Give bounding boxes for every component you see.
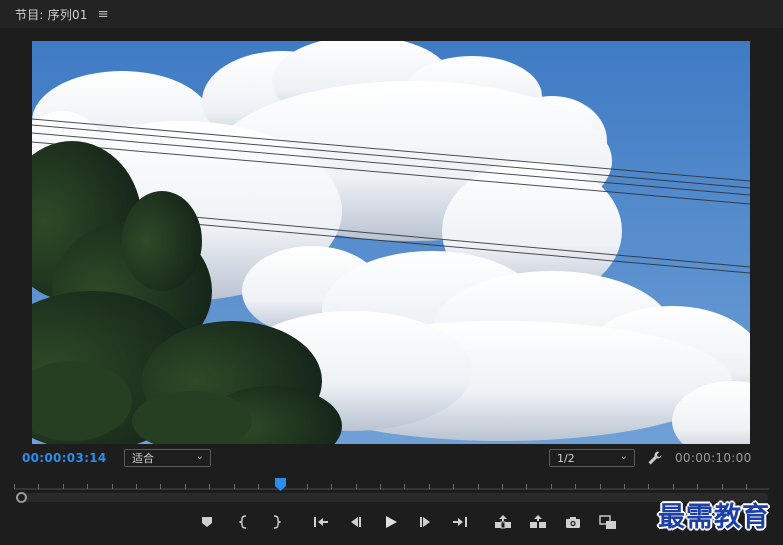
- marker-icon: [202, 517, 212, 527]
- lift-button[interactable]: [492, 512, 514, 532]
- compare-icon: [599, 514, 616, 529]
- go-to-out-button[interactable]: [449, 512, 471, 532]
- mark-in-icon: [239, 515, 247, 529]
- mark-out-button[interactable]: [265, 512, 287, 532]
- video-frame[interactable]: [32, 41, 750, 444]
- compare-view-button[interactable]: [597, 512, 619, 532]
- step-back-icon: [351, 517, 361, 527]
- resolution-select-value: 1/2: [557, 451, 575, 465]
- time-row: 00:00:03:14 适合 ⌄ 1/2 ⌄ 00:00:10:00: [0, 448, 783, 470]
- go-to-in-button[interactable]: [310, 512, 332, 532]
- chevron-down-icon: ⌄: [619, 451, 628, 462]
- chevron-down-icon: ⌄: [195, 451, 204, 462]
- zoom-scrollbar-handle[interactable]: [16, 492, 27, 503]
- playhead[interactable]: [275, 477, 286, 491]
- step-back-button[interactable]: [344, 512, 366, 532]
- add-marker-button[interactable]: [196, 512, 218, 532]
- lift-icon: [495, 515, 511, 529]
- current-timecode[interactable]: 00:00:03:14: [22, 451, 107, 465]
- extract-icon: [530, 515, 546, 528]
- camera-icon: [566, 516, 580, 528]
- program-monitor: [0, 28, 783, 444]
- resolution-select[interactable]: 1/2 ⌄: [549, 449, 635, 467]
- panel-header: 节目: 序列01 ≡: [0, 0, 783, 28]
- wrench-icon[interactable]: [647, 450, 663, 466]
- mark-in-button[interactable]: [233, 512, 255, 532]
- zoom-select[interactable]: 适合 ⌄: [124, 449, 211, 467]
- export-frame-button[interactable]: [562, 512, 584, 532]
- mark-out-icon: [273, 515, 281, 529]
- time-ruler[interactable]: [14, 476, 769, 490]
- extract-button[interactable]: [527, 512, 549, 532]
- play-button[interactable]: [380, 512, 402, 532]
- zoom-scrollbar[interactable]: [18, 493, 768, 502]
- panel-title[interactable]: 节目: 序列01: [15, 6, 88, 23]
- duration-timecode: 00:00:10:00: [675, 451, 752, 465]
- hamburger-menu-icon[interactable]: ≡: [98, 7, 109, 22]
- step-forward-icon: [420, 517, 430, 527]
- watermark-logo: 最需教育: [658, 502, 770, 533]
- sky-clouds-trees-image: [32, 41, 750, 444]
- zoom-select-value: 适合: [132, 452, 154, 465]
- step-forward-button[interactable]: [415, 512, 437, 532]
- go-to-out-icon: [453, 517, 467, 527]
- go-to-in-icon: [314, 517, 328, 527]
- play-icon: [386, 516, 397, 528]
